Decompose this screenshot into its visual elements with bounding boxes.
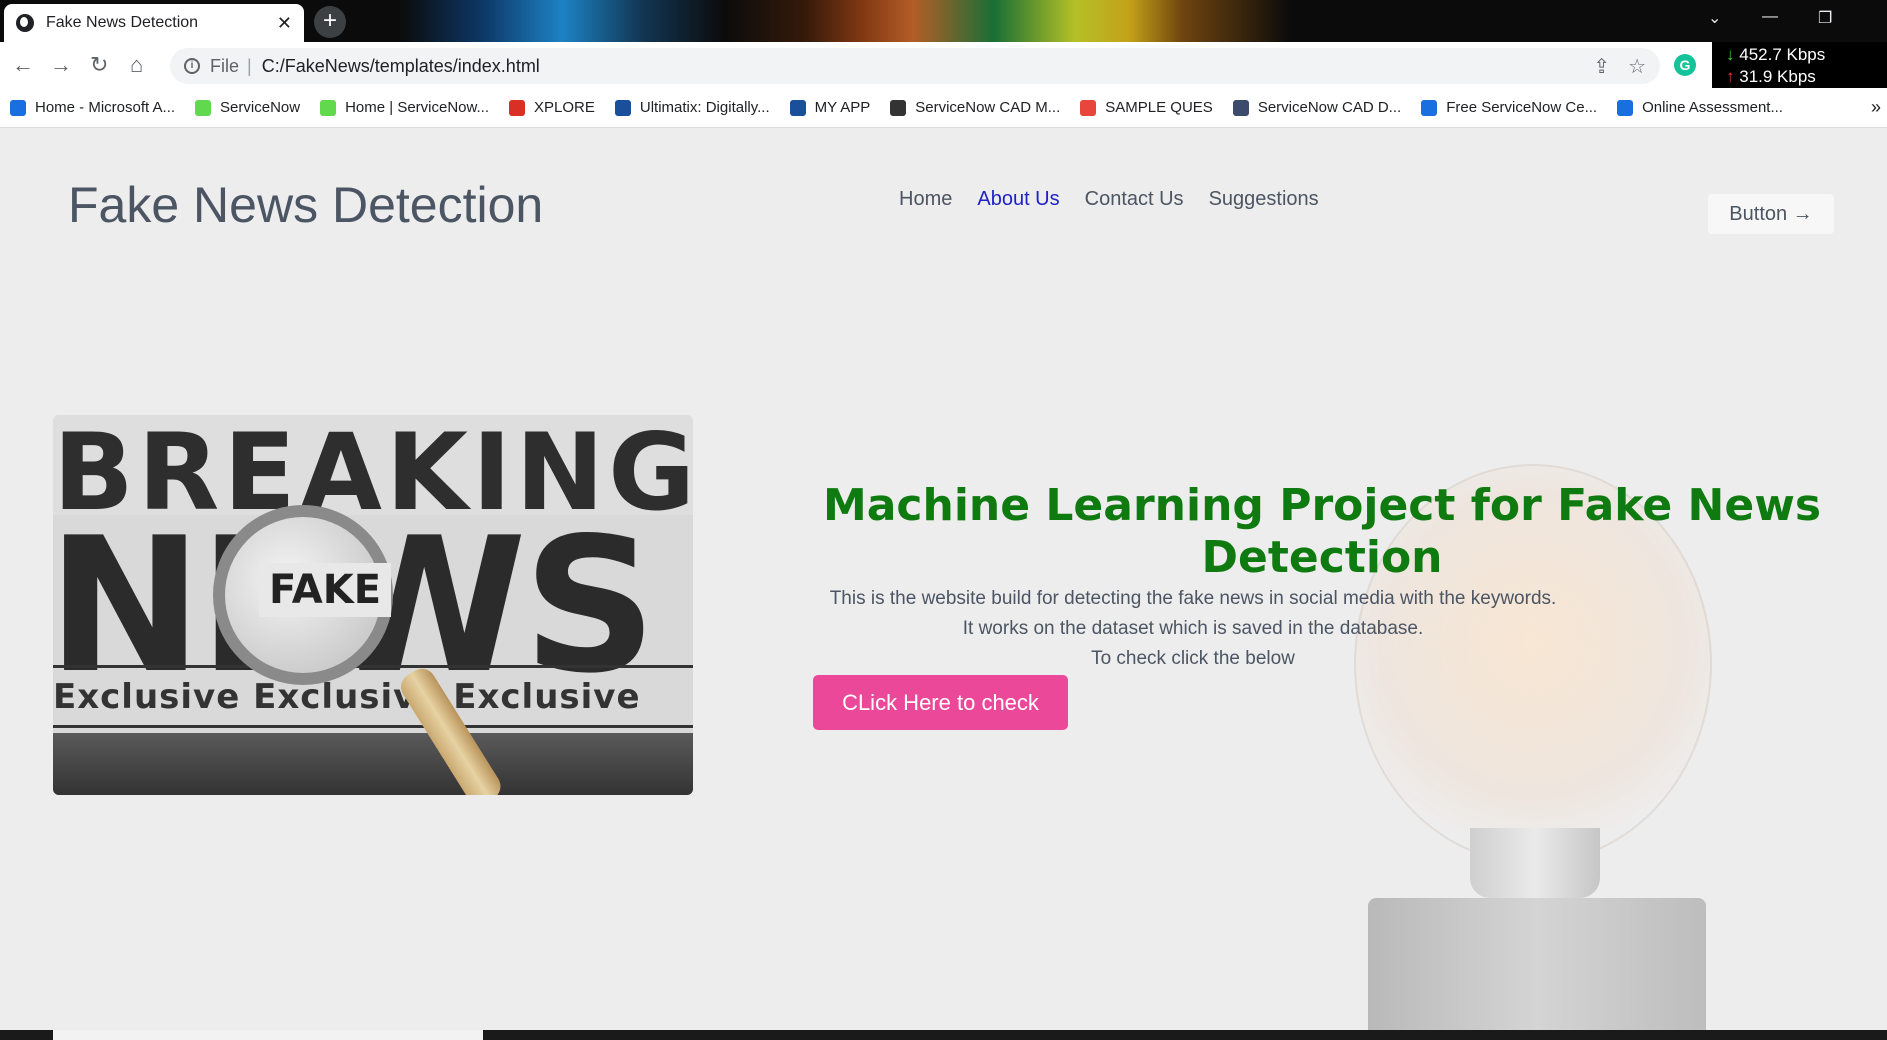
bookmark-item[interactable]: MY APP [789,99,871,116]
upload-speed: 31.9 Kbps [1726,66,1881,88]
bookmark-favicon-icon [1232,99,1249,116]
tab-strip: Fake News Detection ✕ + ⌄ — ❐ [0,0,1887,42]
bookmark-star-icon[interactable]: ☆ [1628,54,1646,79]
site-brand[interactable]: Fake News Detection [68,176,543,234]
light-bulb-neck [1470,828,1600,898]
nav-contact-us[interactable]: Contact Us [1085,188,1184,211]
hero-description: This is the website build for detecting … [793,584,1593,674]
bookmark-item[interactable]: ServiceNow CAD M... [890,99,1060,116]
grammarly-extension-icon[interactable]: G [1674,54,1696,76]
url-separator: | [247,55,252,76]
bookmark-label: Ultimatix: Digitally... [639,99,770,116]
nav-suggestions[interactable]: Suggestions [1209,188,1319,211]
bookmark-label: Home - Microsoft A... [35,99,176,116]
back-icon[interactable]: ← [12,52,34,78]
bookmark-favicon-icon [614,99,631,116]
image-text-fake: FAKE [259,563,392,617]
theme-background [400,0,1750,42]
home-icon[interactable]: ⌂ [130,52,143,78]
check-news-button[interactable]: CLick Here to check [813,675,1068,730]
bookmark-label: MY APP [814,99,871,116]
site-nav: Home About Us Contact Us Suggestions [899,188,1344,211]
bookmark-label: XPLORE [534,99,595,116]
nav-home[interactable]: Home [899,188,952,211]
browser-toolbar: ← → ↻ ⌂ i File | C:/FakeNews/templates/i… [0,42,1887,88]
network-speed-widget: 452.7 Kbps 31.9 Kbps [1712,42,1887,88]
tab-title: Fake News Detection [46,14,199,31]
bookmark-item[interactable]: ServiceNow CAD D... [1232,99,1402,116]
bookmark-label: Home | ServiceNow... [345,99,490,116]
bookmarks-overflow-icon[interactable]: » [1871,97,1881,118]
bookmark-label: Free ServiceNow Ce... [1446,99,1598,116]
web-page: Fake News Detection Home About Us Contac… [0,128,1887,1030]
bookmark-item[interactable]: XPLORE [509,99,595,116]
taskbar-app[interactable] [53,1030,483,1040]
minimize-icon[interactable]: — [1762,8,1778,26]
close-icon[interactable]: ✕ [277,13,292,34]
bookmark-item[interactable]: Ultimatix: Digitally... [614,99,770,116]
bookmark-favicon-icon [195,99,212,116]
bookmark-favicon-icon [890,99,907,116]
bookmark-label: Online Assessment... [1642,99,1783,116]
bookmark-favicon-icon [1617,99,1634,116]
taskbar [0,1030,1887,1040]
bookmark-item[interactable]: ServiceNow [195,99,300,116]
breaking-news-image: BREAKING NEWS Exclusive Exclusive Exclus… [53,415,693,795]
bookmark-favicon-icon [320,99,337,116]
bookmark-item[interactable]: SAMPLE QUES [1080,99,1213,116]
globe-icon [16,14,34,32]
image-text-exclusive: Exclusive Exclusive Exclusive [53,677,641,717]
bookmark-favicon-icon [1421,99,1438,116]
description-line: This is the website build for detecting … [829,588,1557,609]
new-tab-button[interactable]: + [314,6,346,38]
url-text[interactable]: C:/FakeNews/templates/index.html [262,56,1576,77]
bookmark-item[interactable]: Free ServiceNow Ce... [1421,99,1597,116]
header-button[interactable]: Button → [1708,194,1834,234]
browser-tab[interactable]: Fake News Detection ✕ [4,4,304,42]
bookmark-favicon-icon [789,99,806,116]
bookmarks-bar: Home - Microsoft A... ServiceNow Home | … [0,88,1887,128]
bookmark-item[interactable]: Home | ServiceNow... [320,99,489,116]
bookmark-label: SAMPLE QUES [1105,99,1213,116]
download-speed: 452.7 Kbps [1726,44,1881,66]
reload-icon[interactable]: ↻ [90,52,108,78]
restore-icon[interactable]: ❐ [1818,8,1832,28]
forward-icon[interactable]: → [50,52,72,78]
bookmark-label: ServiceNow [220,99,301,116]
bookmark-favicon-icon [509,99,526,116]
site-info-icon[interactable]: i [184,58,200,74]
url-scheme: File [210,55,240,76]
bookmark-favicon-icon [1080,99,1097,116]
bookmark-label: ServiceNow CAD M... [915,99,1061,116]
address-bar[interactable]: i File | C:/FakeNews/templates/index.htm… [170,48,1660,84]
description-line: It works on the dataset which is saved i… [962,618,1424,639]
description-line: To check click the below [1091,648,1295,669]
nav-about-us[interactable]: About Us [977,188,1059,211]
bookmark-favicon-icon [10,99,26,116]
concrete-base-image [1368,898,1706,1030]
hero-headline: Machine Learning Project for Fake News D… [822,480,1822,583]
tab-search-icon[interactable]: ⌄ [1708,8,1721,28]
share-icon[interactable]: ⇪ [1593,54,1610,79]
bookmark-item[interactable]: Home - Microsoft A... [10,99,175,116]
bookmark-item[interactable]: Online Assessment... [1617,99,1783,116]
bookmark-label: ServiceNow CAD D... [1257,99,1402,116]
